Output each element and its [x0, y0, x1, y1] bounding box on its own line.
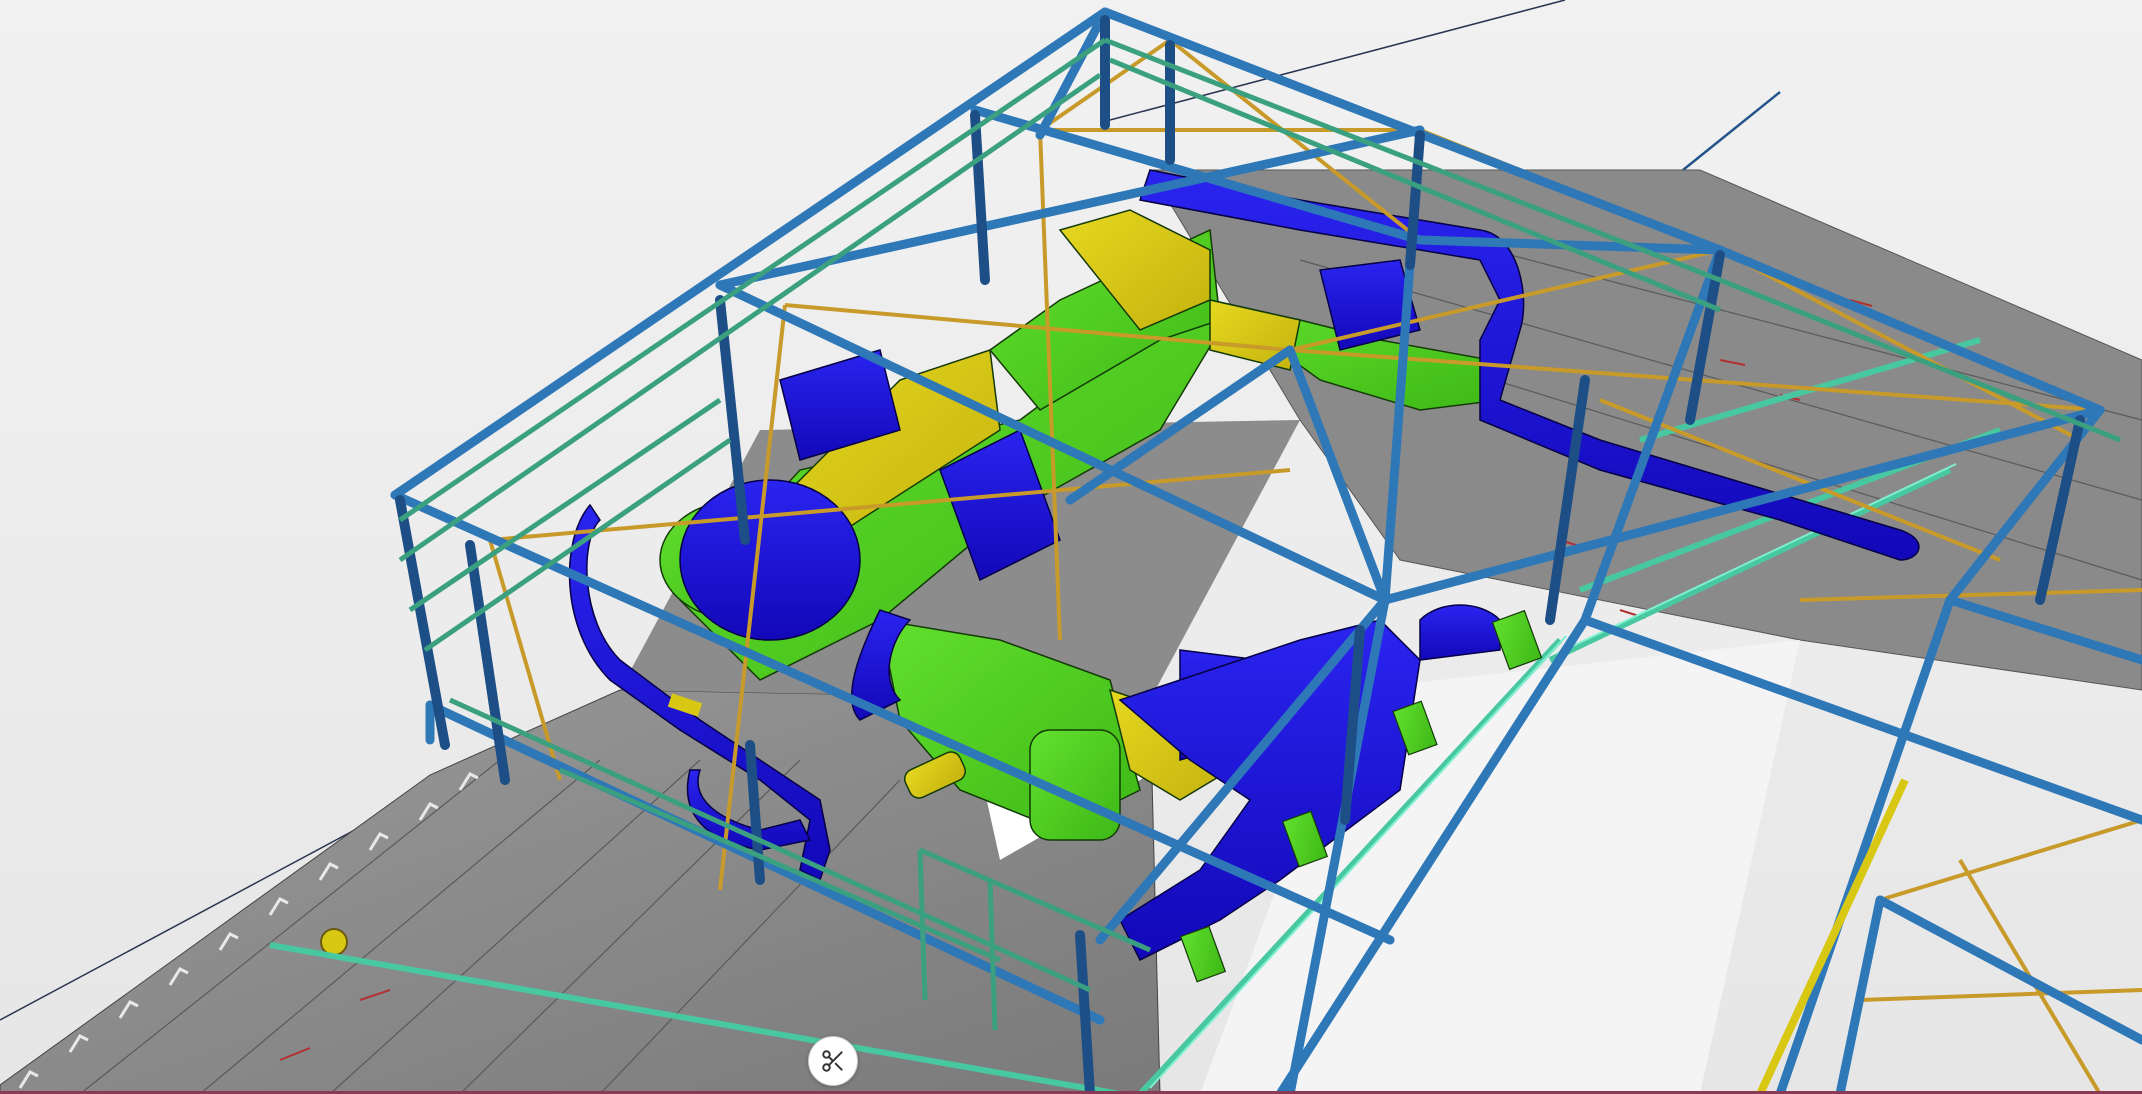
duct-transition	[667, 693, 703, 717]
scissors-icon	[822, 1050, 843, 1072]
bim-model-scene[interactable]	[0, 0, 2142, 1094]
3d-model-viewport[interactable]	[0, 0, 2142, 1094]
yellow-strut	[1756, 778, 1909, 1094]
section-tool-button[interactable]	[808, 1036, 858, 1086]
floor-drain	[320, 928, 348, 956]
